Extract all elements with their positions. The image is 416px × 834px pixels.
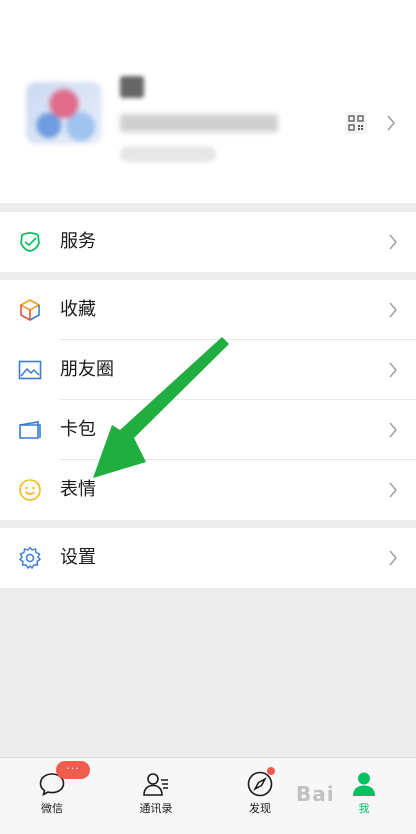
menu-group-main: 收藏 朋友圈 卡包 表情	[0, 280, 416, 520]
watermark: Bai	[296, 782, 335, 806]
menu-group-services: 服务	[0, 212, 416, 272]
settings-gear-icon	[17, 546, 43, 570]
menu-item-stickers[interactable]: 表情	[0, 460, 416, 520]
qr-code-icon[interactable]	[345, 112, 367, 134]
menu-item-moments[interactable]: 朋友圈	[0, 340, 416, 400]
chevron-right-icon	[389, 550, 397, 566]
sticker-smiley-icon	[17, 478, 43, 502]
card-wallet-icon	[17, 418, 43, 442]
unread-badge: ···	[56, 761, 90, 779]
discover-notification-dot	[267, 767, 275, 775]
me-person-icon	[353, 772, 375, 796]
tab-chats[interactable]: ··· 微信	[0, 758, 104, 834]
moments-image-icon	[17, 358, 43, 382]
chevron-right-icon[interactable]	[386, 114, 396, 132]
menu-item-services[interactable]: 服务	[0, 212, 416, 272]
menu-group-settings: 设置	[0, 528, 416, 588]
bottom-tab-bar: ··· 微信 通讯录 发现 我	[0, 757, 416, 834]
favorites-cube-icon	[17, 298, 43, 322]
chevron-right-icon	[389, 422, 397, 438]
menu-item-card-wallet[interactable]: 卡包	[0, 400, 416, 460]
service-icon	[17, 230, 43, 254]
chevron-right-icon	[389, 234, 397, 250]
chevron-right-icon	[389, 362, 397, 378]
menu-item-label: 表情	[60, 479, 96, 500]
profile-header[interactable]	[0, 0, 416, 203]
menu-item-settings[interactable]: 设置	[0, 528, 416, 588]
menu-item-label: 设置	[60, 547, 96, 568]
nickname-blurred	[120, 76, 144, 98]
menu-item-favorites[interactable]: 收藏	[0, 280, 416, 340]
avatar[interactable]	[26, 82, 102, 144]
wechat-id-blurred	[120, 114, 278, 132]
chevron-right-icon	[389, 302, 397, 318]
tab-contacts[interactable]: 通讯录	[104, 758, 208, 834]
menu-item-label: 收藏	[60, 299, 96, 320]
menu-item-label: 服务	[60, 231, 96, 252]
chevron-right-icon	[389, 482, 397, 498]
menu-item-label: 朋友圈	[60, 359, 114, 380]
menu-item-label: 卡包	[60, 419, 96, 440]
tab-label: 通讯录	[139, 802, 173, 815]
status-blurred[interactable]	[120, 146, 216, 162]
tab-label: 微信	[41, 802, 63, 815]
contacts-icon	[143, 773, 168, 796]
